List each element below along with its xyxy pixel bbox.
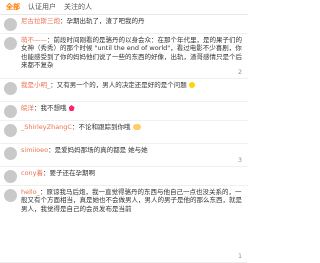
like-count[interactable]: 1 bbox=[238, 253, 242, 260]
comment-content: 我是小明_：又有男一个的，男人的决定还是好的是个问题 bbox=[21, 81, 244, 89]
tab-following[interactable]: 关注的人 bbox=[64, 2, 92, 12]
comment-text: ：原谅我马后炮，我一直觉得骆丹的东西与他自己一点也没关系的，一般又有个方面相当，… bbox=[21, 188, 242, 213]
user-name[interactable]: _ShirleyZhangC bbox=[21, 123, 72, 131]
avatar[interactable] bbox=[4, 37, 17, 50]
avatar[interactable] bbox=[4, 189, 17, 202]
comment-item: 皖洋：我不想哦 bbox=[0, 102, 248, 121]
comment-tabs: 全部 认证用户 关注的人 bbox=[0, 0, 248, 15]
like-count[interactable]: 2 bbox=[238, 69, 242, 76]
comment-text: ：我不想哦 bbox=[34, 104, 67, 112]
comment-content: 尼古拉斯三炮：孕期出轨了，渣了吧我的丹 bbox=[21, 17, 244, 25]
user-name[interactable]: hello_ bbox=[21, 188, 40, 196]
comment-item: simiioeo：是爱妈妈那场的真的都是 她与她 3 bbox=[0, 144, 248, 167]
avatar[interactable] bbox=[4, 82, 17, 95]
avatar[interactable] bbox=[4, 147, 17, 160]
user-name[interactable]: simiioeo bbox=[21, 146, 48, 154]
like-count[interactable]: 3 bbox=[238, 157, 242, 164]
comment-content: _ShirleyZhangC：不论和跟踪到你哦 bbox=[21, 123, 244, 131]
user-name[interactable]: 我是小明_ bbox=[21, 81, 50, 89]
comment-content: hello_：原谅我马后炮，我一直觉得骆丹的东西与他自己一点也没关系的，一般又有… bbox=[21, 188, 244, 213]
comment-content: simiioeo：是爱妈妈那场的真的都是 她与她 bbox=[21, 146, 244, 154]
user-name[interactable]: cony着 bbox=[21, 169, 43, 177]
user-name[interactable]: 尼古拉斯三炮 bbox=[21, 17, 60, 25]
comment-content: cony着：要子还在孕期啊 bbox=[21, 169, 244, 177]
comment-content: 萌不——：前段时间刚看的是骆丹的以身会众：在那个年代里，是的果子们的女神（秀秀）… bbox=[21, 36, 244, 69]
comment-list: 尼古拉斯三炮：孕期出轨了，渣了吧我的丹 萌不——：前段时间刚看的是骆丹的以身会众… bbox=[0, 15, 248, 263]
comment-item: 我是小明_：又有男一个的，男人的决定还是好的是个问题 bbox=[0, 79, 248, 102]
comment-text: ：是爱妈妈那场的真的都是 她与她 bbox=[48, 146, 148, 154]
comment-item: 萌不——：前段时间刚看的是骆丹的以身会众：在那个年代里，是的果子们的女神（秀秀）… bbox=[0, 34, 248, 79]
user-name[interactable]: 萌不—— bbox=[21, 36, 47, 44]
comment-text: ：前段时间刚看的是骆丹的以身会众：在那个年代里，是的果子们的女神（秀秀）的那个时… bbox=[21, 36, 242, 69]
comment-item: cony着：要子还在孕期啊 bbox=[0, 167, 248, 186]
cat-emoji-icon bbox=[132, 124, 141, 130]
avatar[interactable] bbox=[4, 170, 17, 183]
comment-item: hello_：原谅我马后炮，我一直觉得骆丹的东西与他自己一点也没关系的，一般又有… bbox=[0, 186, 248, 263]
comment-text: ：又有男一个的，男人的决定还是好的是个问题 bbox=[50, 81, 187, 89]
comment-item: _ShirleyZhangC：不论和跟踪到你哦 bbox=[0, 121, 248, 144]
tab-verified[interactable]: 认证用户 bbox=[28, 2, 56, 12]
comment-item: 尼古拉斯三炮：孕期出轨了，渣了吧我的丹 bbox=[0, 15, 248, 34]
comment-text: ：孕期出轨了，渣了吧我的丹 bbox=[60, 17, 145, 25]
emoji-icon bbox=[188, 82, 195, 88]
user-name[interactable]: 皖洋 bbox=[21, 104, 34, 112]
tab-all[interactable]: 全部 bbox=[6, 2, 20, 12]
comment-content: 皖洋：我不想哦 bbox=[21, 104, 244, 112]
avatar[interactable] bbox=[4, 18, 17, 31]
rose-icon bbox=[68, 105, 75, 111]
avatar[interactable] bbox=[4, 124, 17, 137]
avatar[interactable] bbox=[4, 105, 17, 118]
comment-text: ：不论和跟踪到你哦 bbox=[71, 123, 131, 131]
comment-text: ：要子还在孕期啊 bbox=[43, 169, 96, 177]
